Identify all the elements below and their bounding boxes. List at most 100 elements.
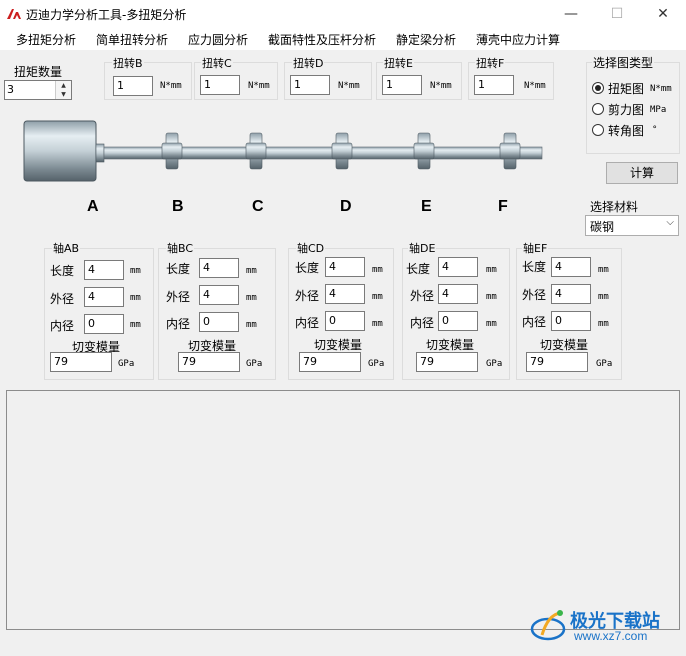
bc-length-input[interactable]: 4 [199, 258, 239, 278]
calculate-button[interactable]: 计算 [606, 162, 678, 184]
ab-inner-label: 内径 [50, 319, 75, 333]
cd-outer-label: 外径 [295, 289, 320, 303]
radio-torque-diagram[interactable] [592, 82, 604, 94]
bc-inner-label: 内径 [166, 317, 191, 331]
result-chart-area [6, 390, 680, 630]
cd-outer-unit: mm [372, 292, 383, 302]
bc-modulus-input[interactable]: 79 [178, 352, 240, 372]
menu-section-properties[interactable]: 截面特性及压杆分析 [268, 31, 376, 48]
ef-outer-label: 外径 [522, 288, 547, 302]
minimize-icon: — [564, 6, 578, 22]
bc-modulus-unit: GPa [246, 359, 263, 369]
cd-inner-input[interactable]: 0 [325, 311, 365, 331]
watermark: 极光下载站 www.xz7.com [528, 605, 678, 650]
torque-count-label: 扭矩数量 [14, 65, 63, 79]
ef-inner-input[interactable]: 0 [551, 311, 591, 331]
menu-thin-shell[interactable]: 薄壳中应力计算 [476, 31, 560, 48]
de-inner-input[interactable]: 0 [438, 311, 478, 331]
segment-ab-title: 轴AB [52, 240, 81, 256]
ab-inner-input[interactable]: 0 [84, 314, 124, 334]
ef-inner-unit: mm [598, 319, 609, 329]
menu-multi-torque[interactable]: 多扭矩分析 [16, 31, 76, 48]
shaft-diagram [23, 120, 543, 182]
de-outer-unit: mm [486, 292, 497, 302]
torque-d-input[interactable]: 1 [290, 75, 330, 95]
material-label: 选择材料 [590, 200, 639, 214]
ef-modulus-unit: GPa [596, 359, 613, 369]
ab-outer-unit: mm [130, 293, 141, 303]
torque-diagram-unit: N*mm [650, 84, 672, 94]
cd-length-input[interactable]: 4 [325, 257, 365, 277]
stepper-buttons: ▲ ▼ [55, 81, 71, 99]
de-outer-input[interactable]: 4 [438, 284, 478, 304]
ef-outer-input[interactable]: 4 [551, 284, 591, 304]
cd-inner-label: 内径 [295, 316, 320, 330]
de-inner-unit: mm [486, 319, 497, 329]
ef-outer-unit: mm [598, 292, 609, 302]
radio-shear-diagram[interactable] [592, 103, 604, 115]
cd-length-unit: mm [372, 265, 383, 275]
bc-outer-input[interactable]: 4 [199, 285, 239, 305]
ab-length-label: 长度 [50, 264, 75, 278]
ef-modulus-label: 切变模量 [540, 338, 589, 352]
de-modulus-input[interactable]: 79 [416, 352, 478, 372]
de-length-unit: mm [486, 265, 497, 275]
segment-bc-title: 轴BC [166, 240, 195, 256]
ab-outer-input[interactable]: 4 [84, 287, 124, 307]
de-modulus-unit: GPa [486, 359, 503, 369]
menu-bar: 多扭矩分析 简单扭转分析 应力圆分析 截面特性及压杆分析 静定梁分析 薄壳中应力… [0, 28, 686, 50]
bc-length-label: 长度 [166, 262, 191, 276]
ab-length-input[interactable]: 4 [84, 260, 124, 280]
bc-length-unit: mm [246, 266, 257, 276]
app-logo-icon [7, 9, 21, 19]
radio-angle-diagram[interactable] [592, 124, 604, 136]
torque-f-unit: N*mm [524, 81, 546, 91]
torque-e-input[interactable]: 1 [382, 75, 422, 95]
torque-d-label: 扭转D [292, 55, 325, 71]
ab-modulus-unit: GPa [118, 359, 135, 369]
stepper-down-icon[interactable]: ▼ [56, 90, 71, 99]
torque-c-unit: N*mm [248, 81, 270, 91]
watermark-url: www.xz7.com [574, 629, 648, 643]
cd-length-label: 长度 [295, 261, 320, 275]
cd-modulus-label: 切变模量 [314, 338, 363, 352]
torque-count-stepper[interactable]: 3 ▲ ▼ [4, 80, 72, 100]
cd-inner-unit: mm [372, 319, 383, 329]
segment-de-title: 轴DE [408, 240, 437, 256]
ab-length-unit: mm [130, 266, 141, 276]
ef-length-label: 长度 [522, 260, 547, 274]
shear-diagram-label: 剪力图 [608, 103, 645, 117]
menu-simple-torsion[interactable]: 简单扭转分析 [96, 31, 168, 48]
point-a-label: A [87, 198, 99, 215]
point-d-label: D [340, 198, 352, 215]
title-bar: 迈迪力学分析工具-多扭矩分析 — ☐ ✕ [0, 0, 686, 28]
torque-b-unit: N*mm [160, 81, 182, 91]
bc-outer-unit: mm [246, 293, 257, 303]
menu-stress-circle[interactable]: 应力圆分析 [188, 31, 248, 48]
minimize-button[interactable]: — [548, 0, 594, 28]
close-button[interactable]: ✕ [640, 0, 686, 28]
ef-modulus-input[interactable]: 79 [526, 352, 588, 372]
ef-length-unit: mm [598, 265, 609, 275]
torque-f-input[interactable]: 1 [474, 75, 514, 95]
material-select[interactable]: 碳钢 ⌵ [585, 215, 679, 236]
cd-modulus-input[interactable]: 79 [299, 352, 361, 372]
torque-c-input[interactable]: 1 [200, 75, 240, 95]
segment-ef-title: 轴EF [522, 240, 549, 256]
stepper-up-icon[interactable]: ▲ [56, 81, 71, 90]
cd-outer-input[interactable]: 4 [325, 284, 365, 304]
point-c-label: C [252, 198, 264, 215]
ab-modulus-input[interactable]: 79 [50, 352, 112, 372]
ef-length-input[interactable]: 4 [551, 257, 591, 277]
torque-b-input[interactable]: 1 [113, 76, 153, 96]
de-length-input[interactable]: 4 [438, 257, 478, 277]
torque-e-label: 扭转E [383, 55, 414, 71]
de-modulus-label: 切变模量 [426, 338, 475, 352]
maximize-button[interactable]: ☐ [594, 0, 640, 28]
de-inner-label: 内径 [410, 316, 435, 330]
bc-inner-input[interactable]: 0 [199, 312, 239, 332]
torque-diagram-label: 扭矩图 [608, 82, 645, 96]
angle-diagram-label: 转角图 [608, 124, 645, 138]
material-value: 碳钢 [590, 220, 615, 234]
menu-static-beam[interactable]: 静定梁分析 [396, 31, 456, 48]
